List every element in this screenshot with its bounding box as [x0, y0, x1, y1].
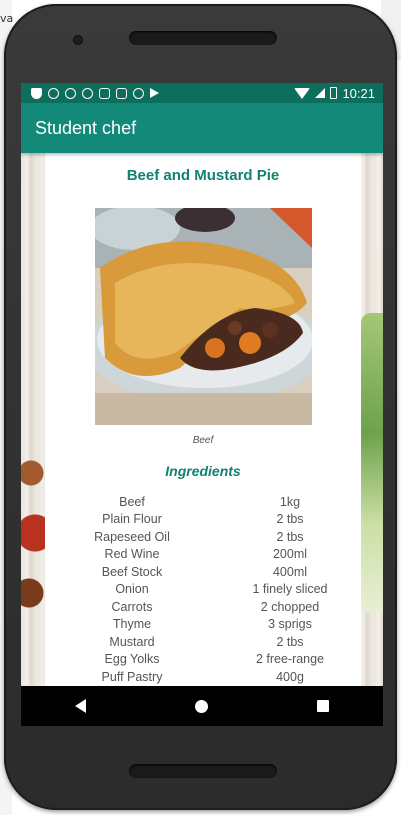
ingredient-name: Red Wine: [104, 547, 160, 562]
ingredient-quantity: 1 finely sliced: [252, 582, 328, 597]
ingredient-quantity: 1kg: [279, 494, 301, 509]
ingredient-name: Puff Pastry: [101, 669, 163, 684]
ingredient-row: Carrots 2 chopped: [45, 598, 361, 616]
decor-vegetables-left: [21, 413, 45, 613]
app-title: Student chef: [35, 117, 137, 138]
ingredient-name: Beef: [119, 494, 145, 509]
instagram-icon: [65, 87, 76, 99]
gmail-icon: [99, 87, 110, 99]
recipe-card[interactable]: Beef and Mustard Pie Beef Ingredients Be…: [45, 153, 361, 686]
ingredient-name: Onion: [115, 582, 149, 597]
sd-card-icon: [116, 87, 127, 99]
ingredient-row: Plain Flour 2 tbs: [45, 511, 361, 529]
pie-image: [95, 208, 312, 425]
ingredient-quantity: 2 tbs: [276, 634, 304, 649]
ingredient-name: Mustard: [109, 634, 155, 649]
photo-caption: Beef: [192, 435, 214, 446]
app-bar: Student chef: [21, 103, 383, 153]
ingredient-row: Thyme 3 sprigs: [45, 616, 361, 634]
ingredient-quantity: 400g: [276, 669, 304, 684]
instagram-icon: [48, 87, 59, 99]
ingredient-row: Egg Yolks 2 free-range: [45, 651, 361, 669]
front-camera: [73, 35, 83, 45]
home-icon[interactable]: [194, 699, 208, 713]
shield-icon: [31, 87, 42, 99]
ingredient-name: Thyme: [112, 617, 152, 632]
bottom-speaker: [129, 764, 277, 778]
ingredient-quantity: 2 chopped: [260, 599, 320, 614]
ingredient-quantity: 2 tbs: [276, 529, 304, 544]
ingredient-row: Rapeseed Oil 2 tbs: [45, 528, 361, 546]
ingredient-quantity: 2 tbs: [276, 512, 304, 527]
ingredients-list: Beef 1kg Plain Flour 2 tbs Rapeseed Oil …: [45, 493, 361, 686]
ingredient-row: Beef Stock 400ml: [45, 563, 361, 581]
wifi-icon: [294, 87, 311, 99]
battery-icon: [330, 87, 338, 99]
system-status: 10:21: [294, 86, 383, 101]
ingredient-row: Red Wine 200ml: [45, 546, 361, 564]
ingredient-name: Beef Stock: [101, 564, 163, 579]
clock: 10:21: [342, 85, 375, 101]
navigation-bar: [21, 686, 383, 726]
instagram-icon: [82, 87, 93, 99]
ingredient-row: Beef 1kg: [45, 493, 361, 511]
ingredient-quantity: 3 sprigs: [268, 617, 312, 632]
ingredient-quantity: 200ml: [272, 547, 308, 562]
device-screen: 10:21 Student chef Beef and Mustard Pie: [21, 83, 383, 726]
recipe-photo: [95, 208, 312, 425]
top-speaker: [129, 31, 277, 45]
status-bar: 10:21: [21, 83, 383, 103]
ingredient-row: Puff Pastry 400g: [45, 668, 361, 686]
ingredient-name: Egg Yolks: [104, 652, 160, 667]
ingredient-row: Onion 1 finely sliced: [45, 581, 361, 599]
recent-apps-icon[interactable]: [316, 700, 329, 712]
ingredients-heading: Ingredients: [165, 463, 241, 479]
circle-icon: [133, 87, 144, 99]
back-icon[interactable]: [75, 699, 87, 713]
ingredient-name: Plain Flour: [102, 512, 162, 527]
decor-lettuce-right: [361, 313, 383, 613]
ingredient-quantity: 2 free-range: [255, 652, 325, 667]
ingredient-row: Mustard 2 tbs: [45, 633, 361, 651]
ingredient-name: Carrots: [111, 599, 153, 614]
notification-icons: [21, 87, 159, 99]
host-window-text: va: [0, 12, 14, 25]
ingredient-name: Rapeseed Oil: [94, 529, 170, 544]
recipe-title: Beef and Mustard Pie: [126, 167, 280, 184]
ingredient-quantity: 400ml: [272, 564, 308, 579]
play-store-icon: [150, 88, 159, 98]
signal-icon: [315, 88, 326, 98]
